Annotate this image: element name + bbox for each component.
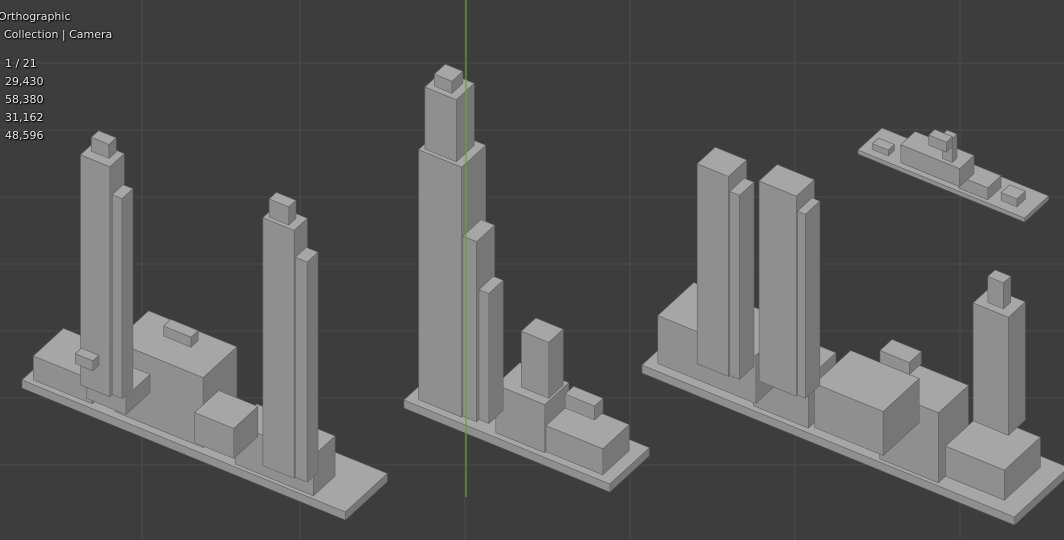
small-block-top-right[interactable] (857, 127, 1049, 223)
mesh-face-front (758, 180, 797, 397)
mesh-face-front (262, 217, 295, 479)
mesh-face-front (424, 86, 457, 163)
mesh-face-front (462, 235, 477, 423)
mesh-face-front (112, 194, 123, 399)
mesh-face-side (1008, 301, 1026, 436)
mesh-face-front (295, 256, 308, 483)
mesh-face-side (951, 133, 958, 163)
mesh-face-side (805, 200, 821, 399)
mesh-face-front (797, 210, 806, 399)
mesh-face-side (306, 251, 319, 483)
3d-viewport[interactable]: Orthographic Collection | Camera 1 / 21 … (0, 0, 1064, 540)
mesh-face-front (972, 302, 1009, 436)
mesh-face-side (121, 188, 134, 399)
viewport-scene[interactable] (0, 0, 1064, 540)
mesh-face-front (696, 163, 729, 377)
mesh-face-front (729, 191, 740, 380)
mesh-face-front (521, 330, 550, 399)
single-tower-block-middle[interactable] (403, 63, 650, 493)
mesh-face-side (739, 181, 755, 380)
mesh-face-front (418, 149, 463, 418)
mesh-face-side (488, 279, 504, 424)
mesh-face-front (478, 289, 490, 424)
twin-tower-block-left[interactable] (21, 130, 388, 521)
